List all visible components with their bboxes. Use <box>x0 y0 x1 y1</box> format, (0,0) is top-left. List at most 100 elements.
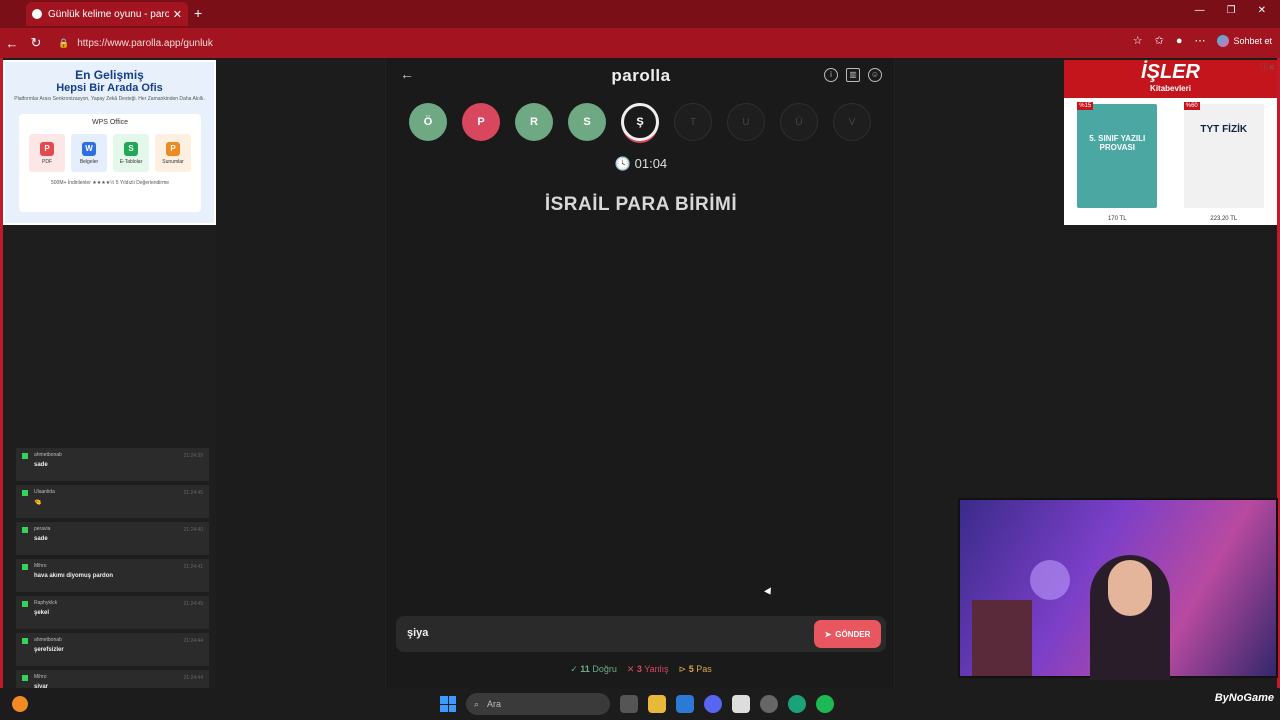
task-view-icon[interactable] <box>620 695 638 713</box>
chat-message: peravia 21:24:40 sade <box>16 522 209 555</box>
correct-count: 11 <box>580 664 590 674</box>
chat-message: Mihro 21:24:41 hava akımı diyomuş pardon <box>16 559 209 592</box>
ad-app-docs: W Belgeler <box>71 134 107 172</box>
edge-icon[interactable] <box>676 695 694 713</box>
chat-message: Ulaanlida 21:24:45 🤏 <box>16 485 209 518</box>
back-icon[interactable]: ← <box>0 36 24 51</box>
tab-title: Günlük kelime oyunu - parolla <box>48 8 169 20</box>
ad-app-window: WPS Office P PDF W Belgeler S E-Tablolar PS… <box>19 114 201 212</box>
header-icons: i ▥ ☺ <box>824 68 882 82</box>
game-header: parolla ← i ▥ ☺ <box>386 66 896 86</box>
doc-icon: W <box>82 141 96 156</box>
ad-books: %15 5. SINIF YAZILI PROVASI 170 TL %60 T… <box>1064 102 1277 222</box>
close-window-icon[interactable]: ✕ <box>1258 5 1266 16</box>
ad-footer: 500M+ İndirilenler ★★★★½ 5 Yıldızlı Değe… <box>50 180 170 186</box>
chat-message: ahmetbonab 21:24:39 sade <box>16 448 209 481</box>
profile-icon[interactable]: ● <box>1176 35 1183 47</box>
ad-book[interactable]: %15 5. SINIF YAZILI PROVASI 170 TL <box>1077 102 1158 222</box>
info-icon[interactable]: i <box>824 68 838 82</box>
chat-message: ahmetbonab 21:24:44 şerefsizler <box>16 633 209 666</box>
taskbar-search[interactable]: ⌕ Ara <box>466 693 610 715</box>
ad-brand-sub: Kitabevleri <box>1150 84 1191 93</box>
ad-app-list: P PDF W Belgeler S E-Tablolar P Sunumlar <box>19 134 201 172</box>
ad-brand-band: İŞLER Kitabevleri <box>1064 60 1277 98</box>
favorite-star-icon[interactable]: ☆ <box>1133 34 1143 47</box>
window-controls: — ❐ ✕ <box>1195 5 1266 16</box>
spotify-icon[interactable] <box>816 695 834 713</box>
more-icon[interactable]: ⋯ <box>1194 34 1205 47</box>
search-placeholder: Ara <box>487 699 502 709</box>
user-icon[interactable]: ☺ <box>868 68 882 82</box>
ad-subtitle: Platformlar Arası Senkronizasyon, Yapay … <box>14 96 205 102</box>
notepad-icon[interactable] <box>732 695 750 713</box>
webcam-shelf <box>972 600 1032 676</box>
taskbar-apps <box>620 695 834 713</box>
stream-chat: ahmetbonab 21:24:39 sade Ulaanlida 21:24:45… <box>16 448 209 707</box>
chat-message: Raphyklck 21:24:49 şekel <box>16 596 209 629</box>
ad-wps-office[interactable]: En Gelişmiş Hepsi Bir Arada Ofis Platfor… <box>3 60 216 225</box>
slides-icon: P <box>166 141 180 156</box>
wrong-label: Yanlış <box>644 664 669 674</box>
letter-wheel: ÖPRSŞTUÜV <box>409 103 871 141</box>
send-button[interactable]: ➤ GÖNDER <box>814 620 881 648</box>
ad-close-icon[interactable]: ⓘ✕ <box>1260 62 1275 73</box>
user-badge-icon <box>22 601 28 607</box>
letter-circle-current: Ş <box>621 103 659 141</box>
reload-icon[interactable]: ↻ <box>24 35 48 51</box>
copilot-icon <box>1217 34 1230 47</box>
question-clue: İSRAİL PARA BİRİMİ <box>544 194 738 215</box>
user-badge-icon <box>22 527 28 533</box>
browser-window: Günlük kelime oyunu - parolla ✕ + — ❐ ✕ … <box>0 0 1280 720</box>
address-bar-row: ← ↻ 🔒 https://www.parolla.app/gunluk ☆ ✩… <box>0 28 1280 58</box>
letter-circle-empty: Ü <box>780 103 818 141</box>
user-badge-icon <box>22 675 28 681</box>
favorites-icon[interactable]: ✩ <box>1155 34 1164 47</box>
obs-icon[interactable] <box>760 695 778 713</box>
letter-circle-empty: U <box>727 103 765 141</box>
ad-isler-kitabevleri[interactable]: ⓘ✕ İŞLER Kitabevleri %15 5. SINIF YAZILI… <box>1064 60 1277 225</box>
wrong-count: 3 <box>636 664 642 674</box>
tab-bar: Günlük kelime oyunu - parolla ✕ + — ❐ ✕ <box>0 0 1280 28</box>
send-icon: ➤ <box>824 629 832 639</box>
ad-brand: İŞLER <box>1141 61 1200 83</box>
webcam-face <box>1108 560 1152 616</box>
file-explorer-icon[interactable] <box>648 695 666 713</box>
clock-icon: 🕓 <box>614 156 631 171</box>
timer: 🕓 01:04 <box>386 156 896 172</box>
discord-icon[interactable] <box>704 695 722 713</box>
restore-icon[interactable]: ❐ <box>1227 5 1236 16</box>
close-tab-icon[interactable]: ✕ <box>173 8 182 21</box>
url-text: https://www.parolla.app/gunluk <box>77 37 213 49</box>
taskbar: ⌕ Ara ByNoGame <box>0 688 1280 720</box>
ad-book[interactable]: %60 TYT FİZİK 223,20 TL <box>1183 102 1264 222</box>
ad-app-slides: P Sunumlar <box>155 134 191 172</box>
ad-app-sheets: S E-Tablolar <box>113 134 149 172</box>
search-icon: ⌕ <box>474 698 480 709</box>
letter-circle-wrong: P <box>462 103 500 141</box>
user-badge-icon <box>22 638 28 644</box>
timer-value: 01:04 <box>634 156 668 171</box>
answer-input[interactable]: şiya ➤ GÖNDER <box>396 616 886 652</box>
url-field[interactable]: 🔒 https://www.parolla.app/gunluk <box>50 32 1100 54</box>
correct-icon: ✓ <box>570 664 578 674</box>
copilot-button[interactable]: Sohbet et <box>1217 34 1272 47</box>
pdf-icon: P <box>40 141 54 156</box>
back-arrow-icon[interactable]: ← <box>400 66 414 82</box>
browser-tab[interactable]: Günlük kelime oyunu - parolla ✕ <box>26 2 188 26</box>
firefox-icon[interactable] <box>12 696 28 712</box>
pass-icon: ⊳ <box>678 664 687 674</box>
windows-start-icon[interactable] <box>440 696 456 712</box>
letter-circle-empty: V <box>833 103 871 141</box>
letter-circle-correct: S <box>568 103 606 141</box>
user-badge-icon <box>22 490 28 496</box>
browser-toolbar: ☆ ✩ ● ⋯ Sohbet et <box>1133 34 1272 47</box>
lock-icon: 🔒 <box>58 37 70 48</box>
ad-app-pdf: P PDF <box>29 134 65 172</box>
minimize-icon[interactable]: — <box>1195 5 1205 16</box>
stats-icon[interactable]: ▥ <box>846 68 860 82</box>
copilot-label: Sohbet et <box>1233 35 1272 46</box>
webcam-lamp <box>1030 560 1070 600</box>
chatgpt-icon[interactable] <box>788 695 806 713</box>
new-tab-icon[interactable]: + <box>194 5 202 21</box>
game-logo: parolla <box>611 66 671 85</box>
